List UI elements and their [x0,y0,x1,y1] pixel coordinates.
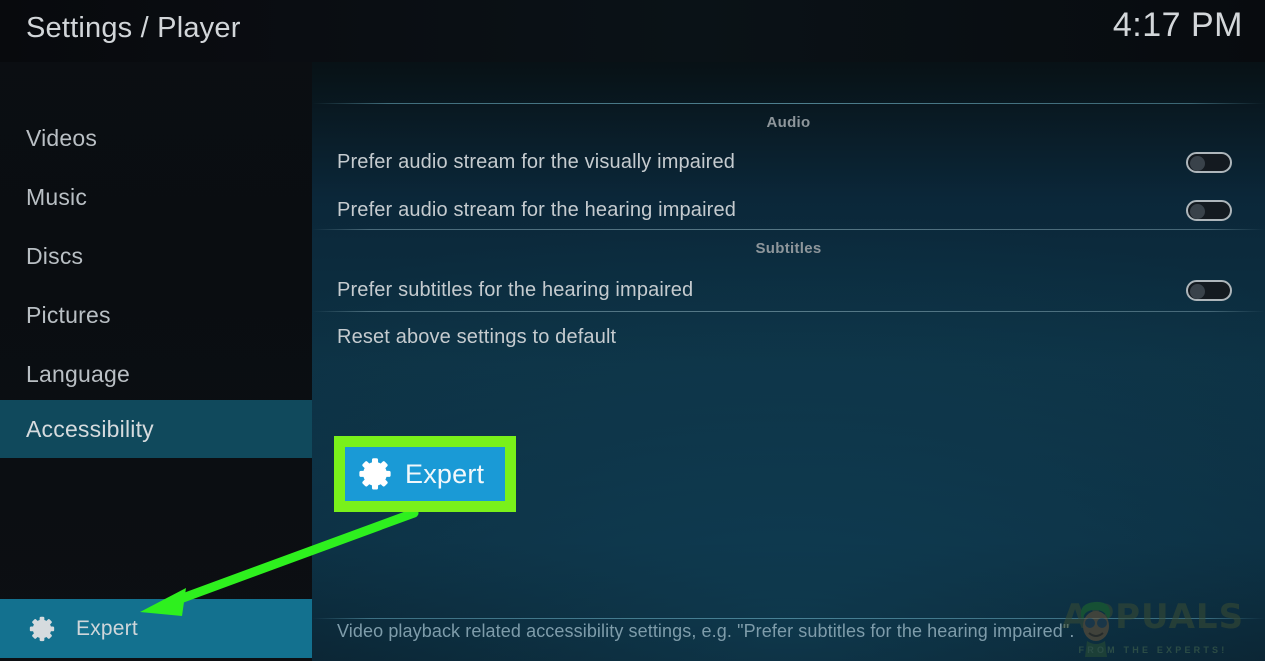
sidebar-item-label: Videos [26,124,98,151]
kodi-settings-window: Audio Prefer audio stream for the visual… [0,0,1265,661]
sidebar-item-label: Discs [26,242,84,269]
setting-row-subtitles-hearing-impaired[interactable]: Prefer subtitles for the hearing impaire… [312,268,1265,312]
sidebar-item-music[interactable]: Music [0,168,312,226]
toggle-subtitles-hearing-impaired[interactable] [1186,279,1232,301]
settings-description: Video playback related accessibility set… [337,621,1075,641]
setting-label: Prefer audio stream for the visually imp… [337,150,736,173]
sidebar-item-accessibility[interactable]: Accessibility [0,400,312,458]
watermark-tagline: FROM THE EXPERTS! [1078,645,1228,655]
setting-row-audio-visually-impaired[interactable]: Prefer audio stream for the visually imp… [312,140,1265,184]
setting-label: Prefer subtitles for the hearing impaire… [337,278,694,301]
section-divider-top [312,103,1265,104]
sidebar-item-label: Music [26,183,88,210]
page-title: Settings / Player [26,12,241,44]
toggle-audio-visually-impaired[interactable] [1186,151,1232,173]
section-divider-reset [312,311,1265,312]
annotation-callout-expert: Expert [334,436,516,512]
section-divider-subtitles [312,229,1265,230]
clock: 4:17 PM [1112,6,1243,44]
toggle-knob [1190,283,1205,299]
toggle-knob [1190,203,1205,219]
setting-label: Prefer audio stream for the hearing impa… [337,198,737,221]
toggle-audio-hearing-impaired[interactable] [1186,199,1232,221]
settings-level-expert-button[interactable]: Expert [0,599,312,658]
description-divider [312,618,1265,619]
sidebar-item-pictures[interactable]: Pictures [0,286,312,344]
sidebar-item-language[interactable]: Language [0,345,312,403]
gear-icon [355,454,395,494]
window-header: Settings / Player 4:17 PM [0,0,1265,62]
annotation-callout-button[interactable]: Expert [345,447,505,501]
sidebar-item-videos[interactable]: Videos [0,109,312,167]
setting-label: Reset above settings to default [337,325,617,348]
settings-content-pane: Audio Prefer audio stream for the visual… [312,0,1265,661]
sidebar-item-discs[interactable]: Discs [0,227,312,285]
section-heading-audio: Audio [766,114,811,131]
settings-level-label: Expert [76,616,138,640]
watermark-brand: APPUALS [1061,597,1245,637]
settings-category-sidebar: Videos Music Discs Pictures Language Acc… [0,0,312,661]
setting-row-audio-hearing-impaired[interactable]: Prefer audio stream for the hearing impa… [312,188,1265,232]
annotation-callout-label: Expert [405,458,485,489]
toggle-knob [1190,155,1205,171]
sidebar-item-label: Language [26,360,130,387]
section-heading-subtitles: Subtitles [755,240,822,257]
watermark-mascot-icon [1080,601,1111,657]
sidebar-item-label: Accessibility [26,415,154,442]
sidebar-item-label: Pictures [26,301,111,328]
setting-row-reset-defaults[interactable]: Reset above settings to default [312,315,1265,359]
appuals-watermark: APPUALS FROM THE EXPERTS! [1047,593,1259,659]
gear-icon [26,613,58,645]
